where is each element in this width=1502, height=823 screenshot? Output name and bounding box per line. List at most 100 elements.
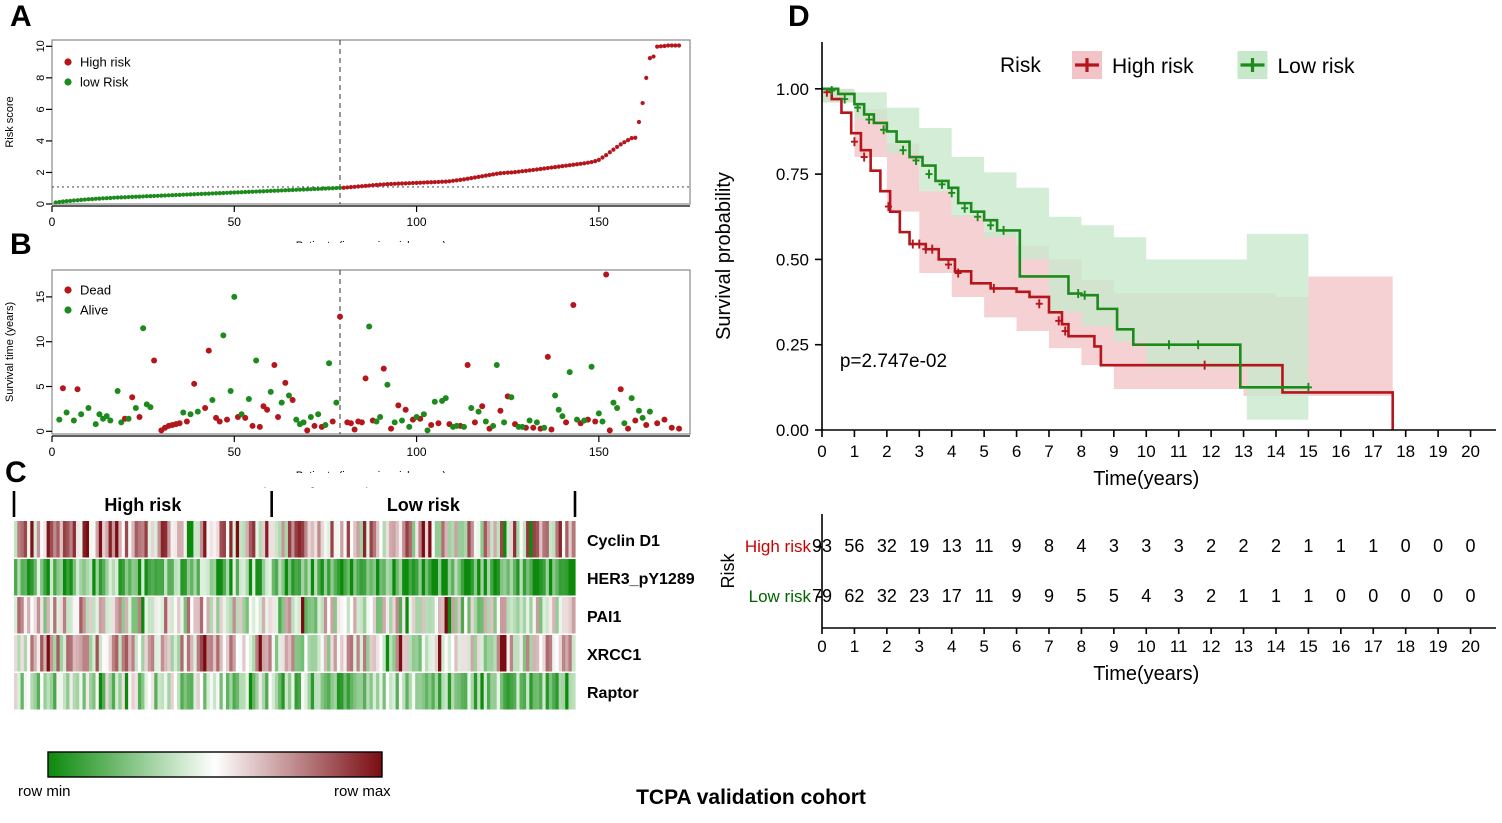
km-ytick: 0.75 (776, 165, 809, 184)
figure-caption: TCPA validation cohort (636, 786, 866, 809)
risk-table-cell: 93 (812, 536, 832, 556)
panel-b-legend-dot (64, 286, 72, 294)
risk-table-xtick: 12 (1202, 637, 1221, 656)
panel-b-series-alive (56, 293, 653, 434)
risk-table-xtick: 15 (1299, 637, 1318, 656)
risk-table-xlabel: Time(years) (1093, 663, 1199, 685)
heatmap-row (14, 521, 576, 558)
km-xtick: 10 (1137, 442, 1156, 461)
km-xtick: 20 (1461, 442, 1480, 461)
risk-table-cell: 0 (1336, 586, 1346, 606)
panel-a-ytick: 6 (35, 106, 47, 112)
risk-table-row-label: Low risk (749, 587, 812, 606)
panel-a-legend-label: High risk (80, 55, 131, 70)
risk-table-cell: 19 (909, 536, 929, 556)
risk-table-cell: 8 (1044, 536, 1054, 556)
km-ylabel: Survival probability (713, 172, 735, 340)
risk-table-cell: 11 (975, 586, 994, 606)
risk-table-cell: 3 (1109, 536, 1119, 556)
risk-table-xtick: 2 (882, 637, 891, 656)
panel-b-legend-dot (64, 306, 72, 314)
km-legend-label: High risk (1112, 55, 1194, 78)
panel-b-ytick: 15 (35, 291, 47, 303)
km-xtick: 14 (1267, 442, 1286, 461)
risk-table-cell: 23 (909, 586, 929, 606)
risk-table-cell: 1 (1239, 586, 1249, 606)
km-xtick: 16 (1331, 442, 1350, 461)
heatmap-row (14, 597, 576, 634)
panel-b-ylabel: Survival time (years) (4, 302, 16, 402)
risk-table-cell: 2 (1206, 586, 1216, 606)
risk-table-cell: 0 (1368, 586, 1378, 606)
heatmap-group-label-low: Low risk (387, 495, 461, 515)
panel-b-ytick: 10 (35, 336, 47, 348)
risk-table-xtick: 17 (1364, 637, 1383, 656)
risk-table-xtick: 4 (947, 637, 956, 656)
panel-d-risk-table: High risk 93 56 32 19 13 11 9 8 4 3 3 3 2 2 2 1 1 1 0 0 0Low … (718, 514, 1496, 685)
risk-table-xtick: 16 (1331, 637, 1350, 656)
km-xtick: 19 (1429, 442, 1448, 461)
risk-table-xtick: 14 (1267, 637, 1286, 656)
risk-table-xtick: 10 (1137, 637, 1156, 656)
panel-b-ytick: 5 (35, 383, 47, 389)
panel-a-plot-frame (51, 39, 691, 205)
risk-table-xtick: 8 (1077, 637, 1086, 656)
panel-letter-c: C (5, 456, 27, 489)
risk-table-cell: 9 (1012, 586, 1022, 606)
risk-table-xtick: 3 (915, 637, 924, 656)
panel-a-ytick: 2 (35, 169, 47, 175)
risk-table-cell: 0 (1433, 536, 1443, 556)
panel-letter-b: B (10, 228, 32, 261)
risk-table-cell: 62 (844, 586, 864, 606)
heatmap-row-label: HER3_pY1289 (587, 571, 695, 588)
risk-table-cell: 0 (1401, 536, 1411, 556)
panel-a-xtick: 100 (407, 215, 427, 229)
km-xtick: 2 (882, 442, 891, 461)
risk-table-cell: 2 (1206, 536, 1216, 556)
risk-table-cell: 1 (1368, 536, 1378, 556)
km-legend-label: Low risk (1278, 55, 1356, 78)
km-xlabel: Time(years) (1093, 468, 1199, 490)
km-xtick: 17 (1364, 442, 1383, 461)
panel-a-legend-dot (64, 58, 72, 66)
risk-table-xtick: 13 (1234, 637, 1253, 656)
risk-table-cell: 9 (1012, 536, 1022, 556)
risk-table-xtick: 9 (1109, 637, 1118, 656)
panel-a-ylabel: Risk score (4, 96, 16, 147)
risk-table-cell: 1 (1271, 586, 1281, 606)
panel-a-xtick: 50 (228, 215, 242, 229)
km-xtick: 15 (1299, 442, 1318, 461)
panel-b-xtick: 150 (589, 445, 609, 459)
heatmap-row-label: Cyclin D1 (587, 533, 660, 550)
panel-b-legend-label: Alive (80, 303, 108, 318)
km-ytick: 0.50 (776, 250, 809, 269)
risk-table-cell: 2 (1239, 536, 1249, 556)
panel-a-legend-dot (64, 78, 72, 86)
panel-c-heatmap: Cyclin D1 HER3_pY1289 PAI1 XRCC1 Raptor High … (12, 487, 695, 710)
risk-table-cell: 1 (1303, 586, 1313, 606)
heatmap-row (14, 635, 576, 672)
panel-a-xtick: 0 (49, 215, 56, 229)
km-xtick: 6 (1012, 442, 1021, 461)
risk-table-axis-title: Risk (718, 553, 738, 589)
risk-table-row-values: 93 56 32 19 13 11 9 8 4 3 3 3 2 2 2 1 1 1 0 0 0 (812, 536, 1476, 556)
km-ytick: 0.25 (776, 336, 809, 355)
panel-a-ytick: 0 (35, 201, 47, 207)
heatmap-row (14, 673, 576, 710)
panel-b-xtick: 0 (49, 445, 56, 459)
risk-table-cell: 0 (1466, 536, 1476, 556)
panel-a-series-high-risk (341, 43, 682, 190)
panel-b-xtick: 50 (228, 445, 242, 459)
risk-table-cell: 2 (1271, 536, 1281, 556)
km-xtick: 5 (979, 442, 988, 461)
panel-b-xtick: 100 (407, 445, 427, 459)
km-xtick: 11 (1170, 442, 1188, 461)
risk-table-cell: 13 (942, 536, 962, 556)
risk-table-xtick: 1 (850, 637, 859, 656)
risk-table-cell: 0 (1401, 586, 1411, 606)
panel-b-xlabel: Patients (increasing risk socre) (296, 470, 446, 473)
km-xtick: 7 (1044, 442, 1053, 461)
risk-table-xtick: 7 (1044, 637, 1053, 656)
km-xtick: 13 (1234, 442, 1253, 461)
km-legend-title: Risk (1000, 54, 1041, 77)
